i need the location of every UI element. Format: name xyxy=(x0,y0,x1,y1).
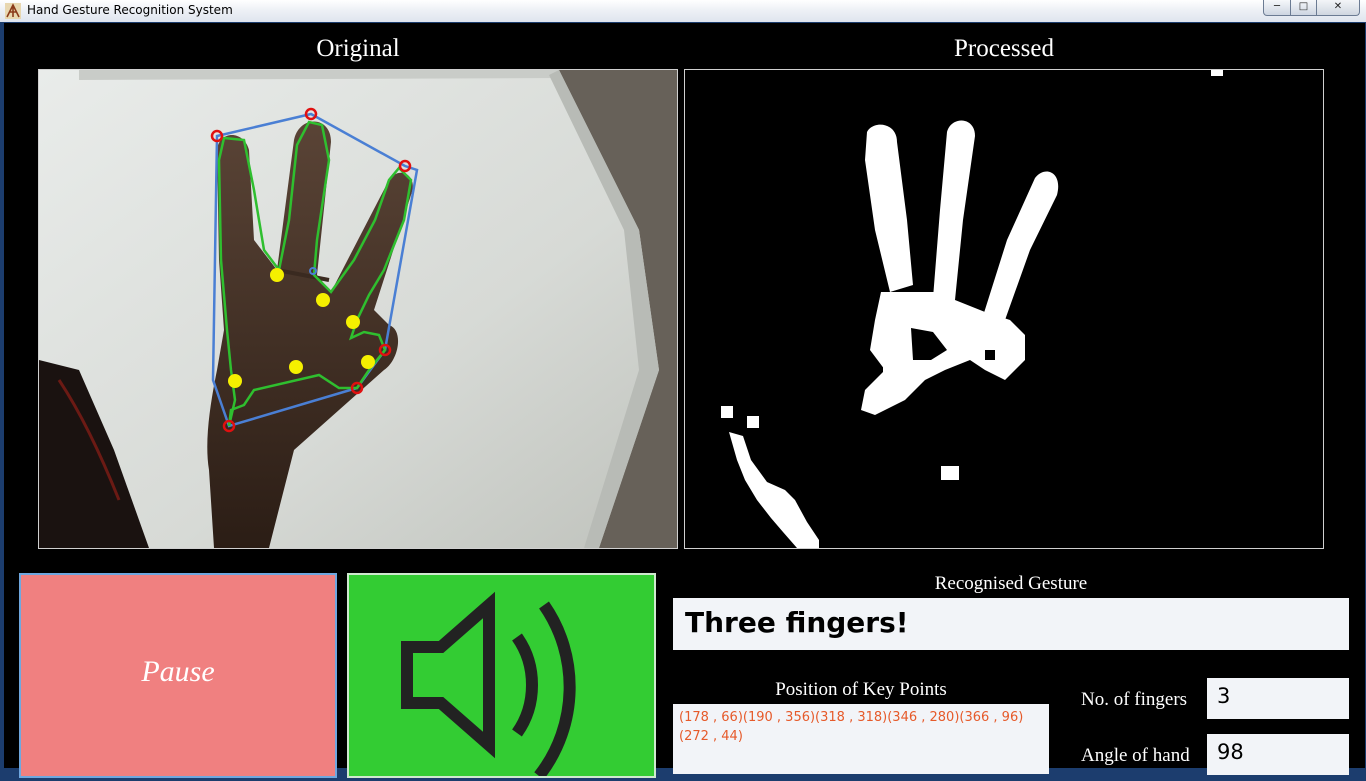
recognised-gesture-label: Recognised Gesture xyxy=(934,573,1088,594)
pause-label: Pause xyxy=(141,655,215,688)
window-title: Hand Gesture Recognition System xyxy=(27,3,233,17)
speak-button[interactable] xyxy=(347,573,656,780)
angle-label: Angle of hand xyxy=(1081,745,1190,766)
key-points-field[interactable]: (178 , 66)(190 , 356)(318 , 318)(346 , 2… xyxy=(673,704,1049,774)
maximize-icon: □ xyxy=(1298,1,1309,12)
key-points-label: Position of Key Points xyxy=(775,679,947,700)
recognised-gesture-value: Three fingers! xyxy=(685,606,909,639)
processed-title: Processed xyxy=(954,35,1054,62)
pause-button[interactable]: Pause xyxy=(19,573,337,778)
maximize-button[interactable]: □ xyxy=(1291,0,1317,16)
fingers-field[interactable]: 3 xyxy=(1207,678,1349,719)
angle-value: 98 xyxy=(1217,740,1244,764)
title-bar: Hand Gesture Recognition System ─ □ ✕ xyxy=(0,0,1366,22)
app-icon xyxy=(5,3,21,19)
recognised-gesture-field: Three fingers! xyxy=(673,598,1349,650)
window-controls: ─ □ ✕ xyxy=(1263,0,1360,16)
angle-field[interactable]: 98 xyxy=(1207,734,1349,775)
close-button[interactable]: ✕ xyxy=(1317,0,1360,16)
fingers-label: No. of fingers xyxy=(1081,689,1188,710)
processed-video-frame xyxy=(684,69,1324,549)
close-icon: ✕ xyxy=(1333,1,1343,12)
minimize-button[interactable]: ─ xyxy=(1263,0,1291,16)
minimize-icon: ─ xyxy=(1273,1,1281,12)
speaker-icon xyxy=(401,591,576,780)
main-window: Original Processed Pause Recognised Gest… xyxy=(4,23,1365,780)
original-title: Original xyxy=(316,35,400,62)
fingers-value: 3 xyxy=(1217,684,1231,708)
original-video-frame xyxy=(38,69,678,549)
key-points-value: (178 , 66)(190 , 356)(318 , 318)(346 , 2… xyxy=(679,710,1024,744)
